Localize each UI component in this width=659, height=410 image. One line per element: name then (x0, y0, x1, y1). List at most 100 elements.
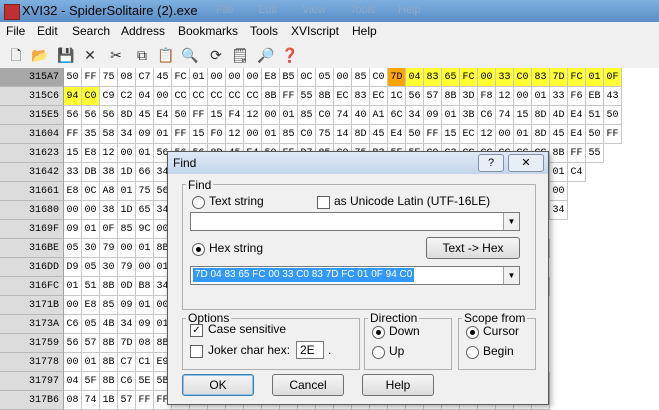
hex-byte-cell[interactable]: 33 (64, 163, 82, 182)
hex-byte-cell[interactable]: 15 (190, 125, 208, 144)
hex-byte-cell[interactable]: CC (244, 87, 262, 106)
hex-byte-cell[interactable]: 09 (118, 296, 136, 315)
hex-byte-cell[interactable]: 8D (532, 125, 550, 144)
hex-byte-cell[interactable]: 8B (100, 372, 118, 391)
hex-byte-cell[interactable]: 58 (100, 125, 118, 144)
hex-byte-cell[interactable]: 51 (82, 277, 100, 296)
hex-byte-cell[interactable]: 01 (118, 182, 136, 201)
hex-byte-cell[interactable]: 8D (118, 106, 136, 125)
hex-byte-cell[interactable]: 7D (388, 68, 406, 87)
hex-byte-cell[interactable]: 85 (100, 296, 118, 315)
hex-byte-cell[interactable]: 33 (496, 68, 514, 87)
hex-byte-cell[interactable]: 00 (514, 87, 532, 106)
hex-byte-cell[interactable]: 1B (100, 391, 118, 410)
hex-byte-cell[interactable]: 08 (136, 334, 154, 353)
hex-byte-cell[interactable]: 8B (316, 87, 334, 106)
find-replace-icon[interactable]: ⟳ (206, 45, 226, 65)
hex-string-radio[interactable] (192, 243, 205, 256)
hex-byte-cell[interactable]: 01 (280, 106, 298, 125)
hex-byte-cell[interactable]: 0F (604, 68, 622, 87)
hex-byte-cell[interactable]: E4 (154, 106, 172, 125)
hex-byte-cell[interactable]: 00 (334, 68, 352, 87)
hex-byte-cell[interactable]: C7 (136, 68, 154, 87)
hex-byte-cell[interactable]: FF (424, 125, 442, 144)
hex-byte-cell[interactable]: C4 (568, 163, 586, 182)
hex-byte-cell[interactable]: FF (280, 87, 298, 106)
hex-byte-cell[interactable]: 85 (118, 220, 136, 239)
hex-byte-cell[interactable]: 5E (136, 372, 154, 391)
hex-byte-cell[interactable]: 50 (604, 106, 622, 125)
hex-byte-cell[interactable]: E8 (82, 144, 100, 163)
hex-byte-cell[interactable]: 3B (460, 106, 478, 125)
hex-byte-cell[interactable]: 1D (118, 163, 136, 182)
hex-byte-cell[interactable]: 74 (334, 106, 352, 125)
help-cursor-icon[interactable]: ❓ (280, 45, 300, 65)
hex-byte-cell[interactable]: 57 (424, 87, 442, 106)
hex-byte-cell[interactable]: 00 (244, 125, 262, 144)
hex-byte-cell[interactable]: B8 (136, 277, 154, 296)
hex-byte-cell[interactable]: D9 (64, 258, 82, 277)
hex-byte-cell[interactable]: C0 (370, 68, 388, 87)
menu-tools[interactable]: Tools (250, 24, 278, 38)
hex-byte-cell[interactable]: 01 (136, 296, 154, 315)
hex-byte-cell[interactable]: 1C (388, 87, 406, 106)
begin-radio[interactable] (466, 346, 479, 359)
hex-byte-cell[interactable]: 01 (154, 125, 172, 144)
hex-byte-cell[interactable]: A1 (370, 106, 388, 125)
hex-byte-cell[interactable]: E8 (82, 296, 100, 315)
hex-byte-cell[interactable]: EC (334, 87, 352, 106)
hex-byte-cell[interactable]: 12 (496, 87, 514, 106)
hex-byte-cell[interactable]: 57 (82, 334, 100, 353)
hex-byte-cell[interactable]: 83 (424, 68, 442, 87)
hex-byte-cell[interactable]: C0 (82, 87, 100, 106)
hex-byte-cell[interactable]: CC (190, 87, 208, 106)
hex-byte-cell[interactable]: 51 (586, 106, 604, 125)
hex-byte-cell[interactable]: FF (172, 125, 190, 144)
hex-byte-cell[interactable]: FF (136, 391, 154, 410)
hex-byte-cell[interactable]: 8D (352, 125, 370, 144)
hex-byte-cell[interactable]: 05 (64, 239, 82, 258)
copy-icon[interactable]: ⧉ (132, 45, 152, 65)
hex-byte-cell[interactable]: 50 (64, 68, 82, 87)
hex-byte-cell[interactable]: 8B (262, 87, 280, 106)
joker-hex-input[interactable]: 2E (296, 341, 324, 359)
hex-byte-cell[interactable]: 4D (550, 106, 568, 125)
paste-icon[interactable]: 📋 (156, 45, 176, 65)
hex-byte-cell[interactable]: C0 (298, 125, 316, 144)
down-radio[interactable] (372, 326, 385, 339)
zoom-icon[interactable]: 🔎 (256, 45, 276, 65)
hex-byte-cell[interactable]: 7D (118, 334, 136, 353)
hex-byte-cell[interactable]: 01 (82, 220, 100, 239)
text-string-combo[interactable]: ▼ (190, 212, 520, 231)
hex-byte-cell[interactable]: C1 (136, 353, 154, 372)
hex-byte-cell[interactable]: 9C (136, 220, 154, 239)
hex-byte-cell[interactable]: 65 (136, 201, 154, 220)
hex-byte-cell[interactable]: 75 (316, 125, 334, 144)
hex-byte-cell[interactable]: C7 (118, 353, 136, 372)
save-icon[interactable]: 💾 (56, 45, 76, 65)
hex-byte-cell[interactable]: 8B (442, 87, 460, 106)
hex-byte-cell[interactable]: CC (172, 87, 190, 106)
hex-byte-cell[interactable]: 85 (280, 125, 298, 144)
hex-byte-cell[interactable]: F4 (226, 106, 244, 125)
ok-button[interactable]: OK (182, 374, 254, 396)
hex-byte-cell[interactable]: 94 (64, 87, 82, 106)
hex-byte-cell[interactable]: 0F (100, 220, 118, 239)
close-x-icon[interactable]: ✕ (80, 45, 100, 65)
hex-byte-cell[interactable]: 50 (406, 125, 424, 144)
hex-byte-cell[interactable]: 15 (514, 106, 532, 125)
find-icon[interactable]: 🔍 (180, 45, 200, 65)
hex-byte-cell[interactable]: E8 (262, 68, 280, 87)
hex-byte-cell[interactable]: 0C (82, 182, 100, 201)
hex-byte-cell[interactable]: 40 (352, 106, 370, 125)
hex-byte-cell[interactable]: 85 (352, 68, 370, 87)
hex-byte-cell[interactable]: 04 (406, 68, 424, 87)
hex-byte-cell[interactable]: 00 (496, 125, 514, 144)
hex-byte-cell[interactable]: 4B (100, 315, 118, 334)
dialog-close-button[interactable]: ✕ (508, 154, 544, 172)
joker-checkbox[interactable] (190, 345, 203, 358)
hex-byte-cell[interactable]: 56 (64, 334, 82, 353)
hex-byte-cell[interactable]: 57 (118, 391, 136, 410)
hex-byte-cell[interactable]: 01 (262, 125, 280, 144)
up-radio[interactable] (372, 346, 385, 359)
